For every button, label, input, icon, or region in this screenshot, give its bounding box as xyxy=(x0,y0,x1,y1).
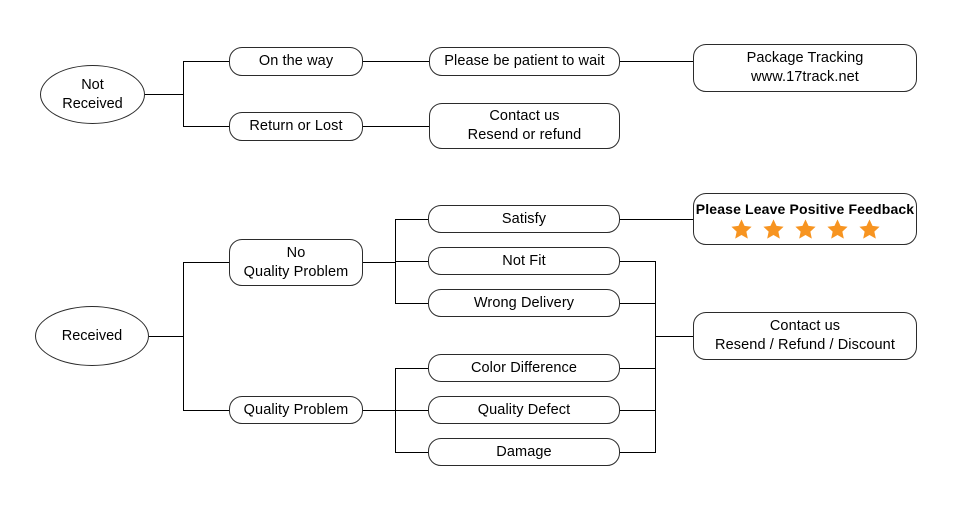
node-wrong-delivery[interactable]: Wrong Delivery xyxy=(428,289,620,317)
node-please-be-patient[interactable]: Please be patient to wait xyxy=(429,47,620,76)
node-package-tracking[interactable]: Package Tracking www.17track.net xyxy=(693,44,917,92)
connector-not-fit-to-merge xyxy=(620,261,656,262)
node-received[interactable]: Received xyxy=(35,306,149,366)
connector-no-quality-problem-stem xyxy=(363,262,395,263)
node-damage-label: Damage xyxy=(496,443,552,460)
connector-on-the-way-to-wait xyxy=(363,61,429,62)
node-not-received[interactable]: Not Received xyxy=(40,65,145,124)
node-package-tracking-url: www.17track.net xyxy=(751,69,859,85)
node-quality-problem[interactable]: Quality Problem xyxy=(229,396,363,424)
node-no-quality-problem-line1: No xyxy=(286,244,306,261)
node-on-the-way-label: On the way xyxy=(258,53,334,70)
node-positive-feedback[interactable]: Please Leave Positive Feedback xyxy=(693,193,917,245)
node-received-label: Received xyxy=(61,327,123,344)
flowchart-canvas: Not Received On the way Return or Lost P… xyxy=(0,0,960,513)
star-rating[interactable] xyxy=(730,218,881,240)
connector-bus-to-quality-problem xyxy=(183,410,229,411)
node-no-quality-problem-line2: Quality Problem xyxy=(243,263,349,280)
star-icon[interactable] xyxy=(762,218,785,240)
connector-merge-bus xyxy=(655,261,656,453)
feedback-label: Please Leave Positive Feedback xyxy=(695,200,915,217)
node-package-tracking-line1: Package Tracking xyxy=(746,50,864,67)
node-color-difference-label: Color Difference xyxy=(470,359,578,376)
node-on-the-way[interactable]: On the way xyxy=(229,47,363,76)
star-icon[interactable] xyxy=(858,218,881,240)
connector-bus-to-damage xyxy=(395,452,428,453)
connector-bus-to-color-difference xyxy=(395,368,428,369)
node-resolution-line2: Resend / Refund / Discount xyxy=(715,337,895,353)
connector-satisfy-to-feedback xyxy=(620,219,693,220)
node-damage[interactable]: Damage xyxy=(428,438,620,466)
connector-bus-to-no-quality-problem xyxy=(183,262,229,263)
connector-bus-to-satisfy xyxy=(395,219,428,220)
node-wrong-delivery-label: Wrong Delivery xyxy=(473,294,575,311)
connector-bus-to-wrong-delivery xyxy=(395,303,428,304)
node-contact-us-resolution[interactable]: Contact us Resend / Refund / Discount xyxy=(693,312,917,360)
node-no-quality-problem[interactable]: No Quality Problem xyxy=(229,239,363,286)
node-satisfy-label: Satisfy xyxy=(501,210,547,227)
star-icon[interactable] xyxy=(826,218,849,240)
node-not-fit-label: Not Fit xyxy=(502,252,546,269)
connector-merge-to-resolution xyxy=(655,336,693,337)
node-return-or-lost-label: Return or Lost xyxy=(249,118,343,135)
connector-wait-to-package-tracking xyxy=(620,61,693,62)
connector-return-or-lost-to-contact xyxy=(363,126,429,127)
connector-bus-to-return-or-lost xyxy=(183,126,229,127)
node-contact-us-line1: Contact us xyxy=(489,108,560,125)
node-color-difference[interactable]: Color Difference xyxy=(428,354,620,382)
connector-damage-to-merge xyxy=(620,452,656,453)
node-quality-problem-label: Quality Problem xyxy=(243,401,349,418)
connector-bus-to-quality-defect xyxy=(395,410,428,411)
node-quality-defect[interactable]: Quality Defect xyxy=(428,396,620,424)
connector-not-received-stem xyxy=(145,94,183,95)
connector-bus-to-on-the-way xyxy=(183,61,229,62)
node-contact-us-resend-or-refund[interactable]: Contact us Resend or refund xyxy=(429,103,620,149)
star-icon[interactable] xyxy=(730,218,753,240)
connector-color-difference-to-merge xyxy=(620,368,656,369)
connector-bus-to-not-fit xyxy=(395,261,428,262)
node-not-fit[interactable]: Not Fit xyxy=(428,247,620,275)
node-resolution-line1: Contact us xyxy=(769,318,841,335)
node-please-be-patient-label: Please be patient to wait xyxy=(444,53,605,70)
connector-quality-defect-to-merge xyxy=(620,410,656,411)
connector-quality-problem-stem xyxy=(363,410,395,411)
node-quality-defect-label: Quality Defect xyxy=(477,401,571,418)
node-not-received-line1: Not xyxy=(81,76,104,93)
connector-wrong-delivery-to-merge xyxy=(620,303,656,304)
connector-received-stem xyxy=(149,336,183,337)
node-return-or-lost[interactable]: Return or Lost xyxy=(229,112,363,141)
star-icon[interactable] xyxy=(794,218,817,240)
node-contact-us-line2: Resend or refund xyxy=(467,127,582,143)
connector-received-bus xyxy=(183,262,184,410)
node-satisfy[interactable]: Satisfy xyxy=(428,205,620,233)
node-not-received-line2: Received xyxy=(62,95,123,112)
connector-not-received-bus xyxy=(183,61,184,126)
